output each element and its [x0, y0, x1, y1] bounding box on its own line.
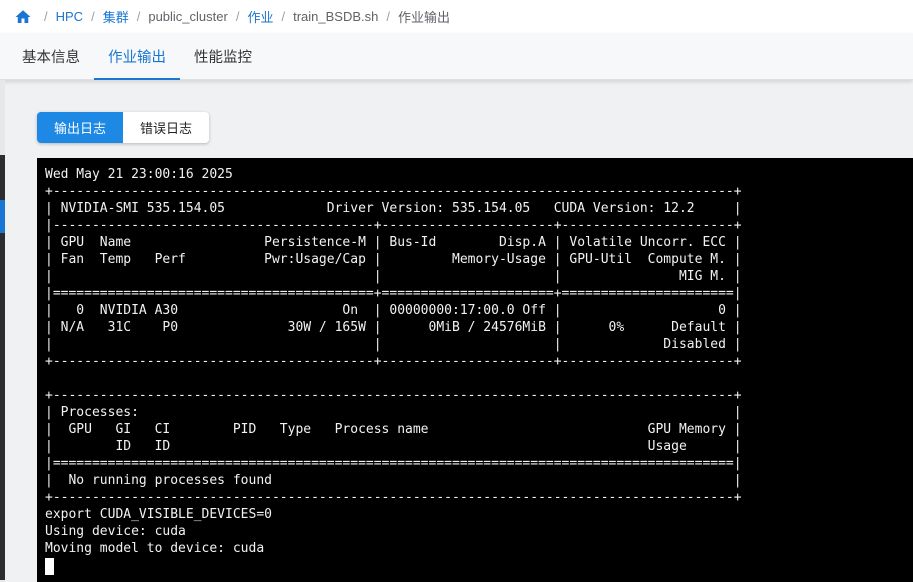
breadcrumb-separator: /: [91, 9, 95, 24]
terminal-line: +---------------------------------------…: [45, 354, 742, 369]
breadcrumb: / HPC / 集群 / public_cluster / 作业 / train…: [0, 0, 913, 33]
terminal-line: | Fan Temp Perf Pwr:Usage/Cap | Memory-U…: [45, 252, 742, 267]
breadcrumb-cluster-name: public_cluster: [148, 9, 228, 24]
breadcrumb-current: 作业输出: [398, 10, 451, 25]
error-log-button[interactable]: 错误日志: [123, 112, 209, 143]
output-log-button[interactable]: 输出日志: [37, 112, 123, 143]
terminal-line: Using device: cuda: [45, 524, 186, 539]
left-edge-active-marker: [0, 200, 5, 233]
terminal-line: |=======================================…: [45, 456, 742, 471]
home-icon[interactable]: [14, 8, 32, 26]
breadcrumb-cluster[interactable]: 集群: [103, 7, 129, 26]
tab-basic-info[interactable]: 基本信息: [8, 33, 94, 79]
terminal-line: | No running processes found |: [45, 473, 742, 488]
terminal-line: +---------------------------------------…: [45, 388, 742, 403]
terminal-line: | 0 NVIDIA A30 On | 00000000:17:00.0 Off…: [45, 303, 742, 318]
terminal-line: | Processes: |: [45, 405, 742, 420]
breadcrumb-separator: /: [44, 9, 48, 24]
terminal-line: | | | MIG M. |: [45, 269, 742, 284]
breadcrumb-separator: /: [281, 9, 286, 24]
breadcrumb-hpc[interactable]: HPC: [56, 9, 83, 24]
breadcrumb-separator: /: [386, 9, 390, 24]
terminal-line: | GPU Name Persistence-M | Bus-Id Disp.A…: [45, 235, 742, 250]
terminal-lines: Wed May 21 23:00:16 2025 +---------------…: [45, 166, 913, 557]
terminal-line: | NVIDIA-SMI 535.154.05 Driver Version: …: [45, 201, 742, 216]
tab-performance-monitor[interactable]: 性能监控: [180, 33, 266, 79]
breadcrumb-separator: /: [136, 9, 141, 24]
terminal-line: |=======================================…: [45, 286, 742, 301]
breadcrumb-job-name: train_BSDB.sh: [293, 9, 379, 24]
terminal-line: +---------------------------------------…: [45, 490, 742, 505]
left-edge-strip: [0, 80, 5, 582]
terminal-line: export CUDA_VISIBLE_DEVICES=0: [45, 507, 272, 522]
terminal-line: | | | Disabled |: [45, 337, 742, 352]
tab-bar: 基本信息 作业输出 性能监控: [0, 33, 913, 80]
job-output-page: / HPC / 集群 / public_cluster / 作业 / train…: [0, 0, 913, 582]
terminal-line: Moving model to device: cuda: [45, 541, 265, 556]
terminal-line: +---------------------------------------…: [45, 184, 742, 199]
terminal-line: | GPU GI CI PID Type Process name GPU Me…: [45, 422, 742, 437]
breadcrumb-jobs[interactable]: 作业: [247, 7, 273, 26]
terminal-line: | N/A 31C P0 30W / 165W | 0MiB / 24576Mi…: [45, 320, 742, 335]
terminal-line: |---------------------------------------…: [45, 218, 742, 233]
terminal-line: | ID ID Usage |: [45, 439, 742, 454]
terminal-output[interactable]: Wed May 21 23:00:16 2025 +---------------…: [37, 158, 913, 582]
terminal-line: Wed May 21 23:00:16 2025: [45, 167, 233, 182]
breadcrumb-separator: /: [235, 9, 240, 24]
terminal-cursor: [45, 558, 54, 575]
log-type-toggle: 输出日志 错误日志: [37, 112, 209, 143]
tab-job-output[interactable]: 作业输出: [94, 33, 180, 80]
